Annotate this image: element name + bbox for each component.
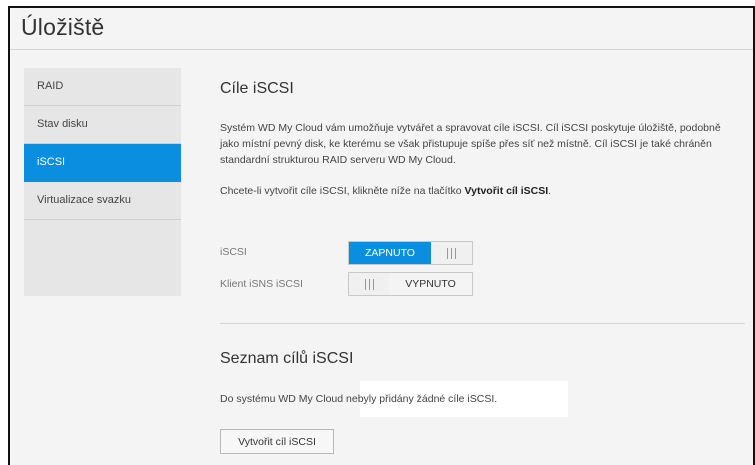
- sidebar-item-raid[interactable]: RAID: [24, 68, 181, 106]
- targets-description: Systém WD My Cloud vám umožňuje vytvářet…: [220, 122, 721, 166]
- toggle-grip-icon: [431, 242, 472, 264]
- toggle-state-label: ZAPNUTO: [349, 242, 431, 264]
- sidebar-item-label: iSCSI: [37, 156, 66, 168]
- sidebar-item-label: RAID: [37, 80, 64, 92]
- section-divider: [220, 323, 745, 324]
- iscsi-toggle[interactable]: ZAPNUTO: [348, 241, 473, 265]
- sidebar-item-label: Virtualizace svazku: [37, 194, 131, 206]
- toggle-grip-icon: [349, 273, 389, 295]
- sidebar: RAID Stav disku iSCSI Virtualizace svazk…: [24, 68, 181, 296]
- isns-client-label: Klient iSNS iSCSI: [220, 278, 303, 290]
- instruction-suffix: .: [548, 185, 552, 197]
- target-list-heading: Seznam cílů iSCSI: [220, 350, 354, 367]
- instruction-button-name: Vytvořit cíl iSCSI: [464, 185, 549, 197]
- isns-client-toggle[interactable]: VYPNUTO: [348, 272, 473, 296]
- empty-list-message: Do systému WD My Cloud nebyly přidány žá…: [220, 393, 498, 405]
- targets-heading: Cíle iSCSI: [220, 80, 294, 97]
- app-frame: Úložiště RAID Stav disku iSCSI Virtualiz…: [8, 6, 755, 465]
- iscsi-label: iSCSI: [220, 246, 247, 258]
- targets-instruction: Chcete-li vytvořit cíle iSCSI, klikněte …: [220, 183, 740, 199]
- sidebar-item-label: Stav disku: [37, 118, 88, 130]
- sidebar-item-volume-virtualization[interactable]: Virtualizace svazku: [24, 182, 181, 220]
- instruction-text: Chcete-li vytvořit cíle iSCSI, klikněte …: [220, 185, 465, 197]
- toggle-state-label: VYPNUTO: [389, 273, 472, 295]
- title-divider: [10, 49, 753, 50]
- sidebar-item-iscsi[interactable]: iSCSI: [24, 144, 181, 182]
- sidebar-item-disk-status[interactable]: Stav disku: [24, 106, 181, 144]
- page-title: Úložiště: [21, 14, 105, 40]
- create-target-button[interactable]: Vytvořit cíl iSCSI: [220, 429, 334, 454]
